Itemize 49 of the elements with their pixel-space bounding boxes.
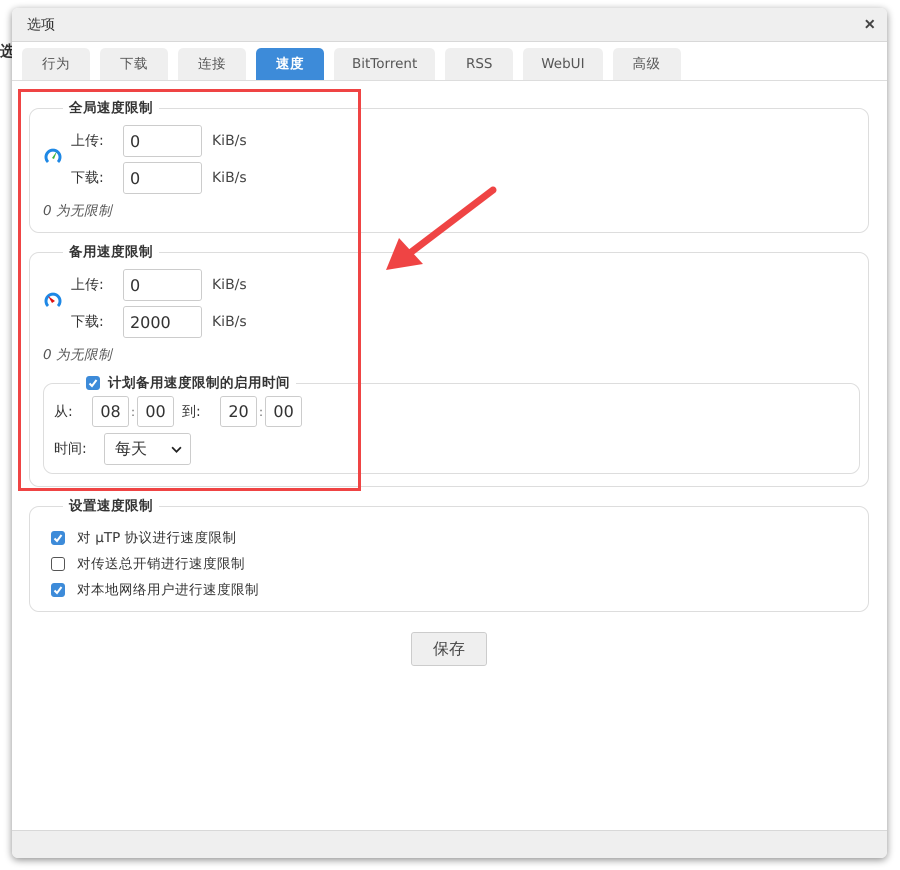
field-label: 下载: xyxy=(71,313,105,331)
unit-label: KiB/s xyxy=(212,133,247,149)
caret-icon xyxy=(171,446,182,452)
checkbox-label: 计划备用速度限制的启用时间 xyxy=(108,374,290,392)
tab[interactable]: BitTorrent xyxy=(334,48,436,80)
days-dropdown[interactable]: 每天 xyxy=(104,433,191,465)
tab[interactable]: 下载 xyxy=(100,48,168,80)
close-button[interactable]: × xyxy=(862,14,877,35)
hour-input[interactable]: 08 xyxy=(92,396,129,427)
hint-text: 0 为无限制 xyxy=(43,202,114,220)
separator-text: : xyxy=(259,404,264,418)
speed-input[interactable]: 0 xyxy=(123,162,202,194)
window-title: 选项 xyxy=(27,16,55,34)
checkbox-label: 对 µTP 协议进行速度限制 xyxy=(77,529,237,547)
tab[interactable]: 速度 xyxy=(256,48,324,80)
group-title: 设置速度限制 xyxy=(68,497,154,515)
tab[interactable]: 行为 xyxy=(22,48,90,80)
checkbox[interactable] xyxy=(51,583,65,597)
checkbox-label: 对本地网络用户进行速度限制 xyxy=(77,581,259,599)
speedometer-icon xyxy=(43,290,63,310)
group-title: 全局速度限制 xyxy=(68,99,154,117)
speed-input[interactable]: 0 xyxy=(123,269,202,301)
separator-text: : xyxy=(131,404,136,418)
speed-input[interactable]: 2000 xyxy=(123,306,202,338)
speed-input[interactable]: 0 xyxy=(123,125,202,157)
field-label: 到: xyxy=(182,402,202,420)
group-title: 备用速度限制 xyxy=(68,243,154,261)
checkbox-label: 对传送总开销进行速度限制 xyxy=(77,555,245,573)
tab[interactable]: RSS xyxy=(445,48,514,80)
checkbox[interactable] xyxy=(51,557,65,571)
tab[interactable]: WebUI xyxy=(523,48,603,80)
hint-text: 0 为无限制 xyxy=(43,346,114,364)
field-label: 从: xyxy=(54,402,74,420)
field-label: 下载: xyxy=(71,169,105,187)
unit-label: KiB/s xyxy=(212,277,247,293)
minute-input[interactable]: 00 xyxy=(137,396,174,427)
hour-input[interactable]: 20 xyxy=(220,396,258,427)
tab[interactable]: 高级 xyxy=(612,48,681,80)
checkbox[interactable] xyxy=(51,531,65,545)
minute-input[interactable]: 00 xyxy=(265,396,302,427)
speedometer-icon xyxy=(43,146,63,166)
field-label: 上传: xyxy=(71,132,105,150)
tab[interactable]: 连接 xyxy=(178,48,246,80)
save-button[interactable]: 保存 xyxy=(411,632,487,666)
unit-label: KiB/s xyxy=(212,170,247,186)
field-label: 上传: xyxy=(71,276,105,294)
unit-label: KiB/s xyxy=(212,314,247,330)
field-label: 时间: xyxy=(54,440,88,458)
checkbox[interactable] xyxy=(86,376,100,390)
